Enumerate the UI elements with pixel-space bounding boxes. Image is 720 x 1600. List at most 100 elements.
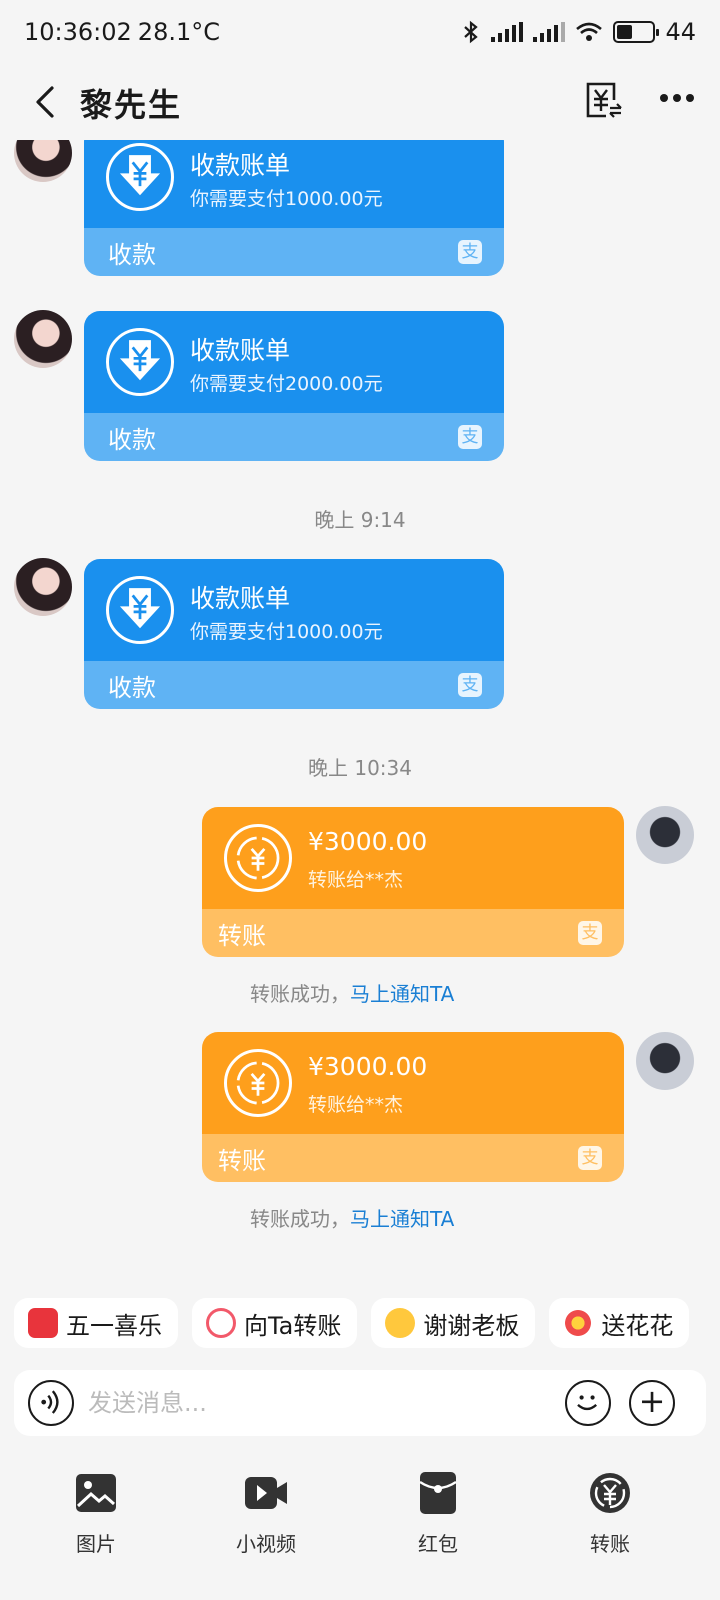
contact-avatar[interactable] [14, 310, 72, 368]
tool-red-packet[interactable]: 红包 [378, 1462, 498, 1557]
more-options-icon[interactable] [660, 94, 696, 108]
wifi-icon [576, 22, 603, 41]
payment-request-card[interactable]: 收款账单 你需要支付1000.00元 收款 支 [84, 140, 504, 276]
status-right: 44 [461, 18, 696, 46]
alipay-icon: 支 [458, 425, 482, 449]
status-bar: 10:36:02 28.1°C 44 [0, 0, 720, 64]
chat-header: 黎先生 [0, 64, 720, 140]
my-avatar[interactable] [636, 1032, 694, 1090]
yuan-download-icon [106, 328, 174, 396]
card-body: ¥3000.00 转账给**杰 [202, 807, 624, 909]
notice-text: 转账成功， [250, 982, 350, 1006]
transfer-recipient: 转账给**杰 [308, 1094, 404, 1116]
card-body: 收款账单 你需要支付2000.00元 [84, 311, 504, 413]
yuan-download-icon [106, 143, 174, 211]
status-temperature: 28.1°C [137, 18, 220, 46]
notify-link[interactable]: 马上通知TA [350, 982, 454, 1006]
cellular-signal-2-icon [533, 22, 566, 42]
chip-label: 向Ta转账 [244, 1311, 342, 1340]
alipay-icon: 支 [458, 673, 482, 697]
my-avatar[interactable] [636, 806, 694, 864]
image-icon [76, 1474, 116, 1512]
quick-action-thanks[interactable]: 谢谢老板 [371, 1298, 536, 1348]
quick-actions: 五一喜乐 向Ta转账 谢谢老板 送花花 [14, 1298, 720, 1348]
chip-label: 五一喜乐 [66, 1311, 162, 1340]
alipay-icon: 支 [578, 921, 602, 945]
card-title: 收款账单 [190, 151, 291, 180]
emoji-face-icon [385, 1308, 416, 1338]
tool-label: 图片 [76, 1532, 116, 1556]
card-footer-label: 收款 [108, 673, 156, 702]
plus-icon[interactable]: + [629, 1380, 675, 1426]
card-footer-label: 转账 [218, 921, 266, 950]
message-list[interactable]: 收款账单 你需要支付1000.00元 收款 支 收款账单 你需要支付2000.0… [0, 140, 720, 1290]
voice-icon[interactable] [28, 1380, 74, 1426]
card-subtitle: 你需要支付2000.00元 [190, 373, 383, 395]
card-footer-label: 收款 [108, 425, 156, 454]
card-title: 收款账单 [190, 336, 291, 365]
notify-link[interactable]: 马上通知TA [350, 1207, 454, 1231]
flower-icon [563, 1308, 594, 1338]
chip-label: 送花花 [601, 1311, 674, 1340]
transfer-success-notice: 转账成功，马上通知TA [250, 978, 454, 1007]
card-footer: 收款 支 [84, 413, 504, 461]
yuan-download-icon [106, 576, 174, 644]
emoji-icon[interactable] [565, 1380, 611, 1426]
battery-fill [617, 25, 633, 39]
timestamp: 晚上 9:14 [314, 508, 406, 532]
card-title: 收款账单 [190, 584, 291, 613]
tool-video[interactable]: 小视频 [206, 1462, 326, 1557]
card-body: ¥3000.00 转账给**杰 [202, 1032, 624, 1134]
contact-avatar[interactable] [14, 558, 72, 616]
battery-level: 44 [665, 18, 696, 46]
yuan-exchange-icon [224, 1049, 292, 1117]
tool-label: 转账 [590, 1532, 630, 1556]
card-footer-label: 收款 [108, 240, 156, 269]
card-body: 收款账单 你需要支付1000.00元 [84, 559, 504, 661]
transfer-success-notice: 转账成功，马上通知TA [250, 1203, 454, 1232]
status-left: 10:36:02 28.1°C [24, 18, 220, 46]
timestamp: 晚上 10:34 [308, 756, 412, 780]
transfer-amount: ¥3000.00 [308, 827, 428, 856]
payment-request-card[interactable]: 收款账单 你需要支付2000.00元 收款 支 [84, 311, 504, 461]
back-arrow-icon[interactable] [28, 84, 64, 120]
card-footer: 转账 支 [202, 1134, 624, 1182]
card-body: 收款账单 你需要支付1000.00元 [84, 140, 504, 228]
notice-text: 转账成功， [250, 1207, 350, 1231]
contact-name: 黎先生 [80, 86, 183, 124]
cellular-signal-icon [491, 22, 524, 42]
card-footer: 收款 支 [84, 228, 504, 276]
bluetooth-icon [464, 20, 479, 44]
tool-transfer[interactable]: 转账 [550, 1462, 670, 1557]
video-icon [245, 1477, 287, 1509]
bottom-toolbar: 图片 小视频 红包 转账 [0, 1462, 720, 1582]
payment-request-card[interactable]: 收款账单 你需要支付1000.00元 收款 支 [84, 559, 504, 709]
transfer-icon [590, 1473, 630, 1513]
card-footer: 转账 支 [202, 909, 624, 957]
transfer-card[interactable]: ¥3000.00 转账给**杰 转账 支 [202, 1032, 624, 1182]
card-footer-label: 转账 [218, 1146, 266, 1175]
tool-label: 红包 [418, 1532, 458, 1556]
status-time: 10:36:02 [24, 18, 132, 46]
quick-action-flower[interactable]: 送花花 [549, 1298, 690, 1348]
chip-label: 谢谢老板 [423, 1311, 520, 1340]
alipay-icon: 支 [578, 1146, 602, 1170]
contact-avatar[interactable] [14, 140, 72, 182]
transfer-amount: ¥3000.00 [308, 1052, 428, 1081]
alipay-icon: 支 [458, 240, 482, 264]
battery-icon [613, 21, 660, 43]
yuan-exchange-icon [224, 824, 292, 892]
card-subtitle: 你需要支付1000.00元 [190, 188, 383, 210]
quick-action-holiday[interactable]: 五一喜乐 [14, 1298, 178, 1348]
tool-image[interactable]: 图片 [36, 1462, 156, 1557]
transfer-circle-icon [206, 1308, 236, 1338]
transfer-card[interactable]: ¥3000.00 转账给**杰 转账 支 [202, 807, 624, 957]
tool-label: 小视频 [236, 1532, 296, 1556]
bill-exchange-icon[interactable] [584, 80, 624, 120]
red-packet-icon [419, 1472, 457, 1514]
card-subtitle: 你需要支付1000.00元 [190, 621, 383, 643]
quick-action-transfer[interactable]: 向Ta转账 [192, 1298, 358, 1348]
message-input-bar: + [14, 1370, 706, 1436]
message-input[interactable] [88, 1380, 548, 1426]
red-envelope-icon [28, 1308, 58, 1338]
